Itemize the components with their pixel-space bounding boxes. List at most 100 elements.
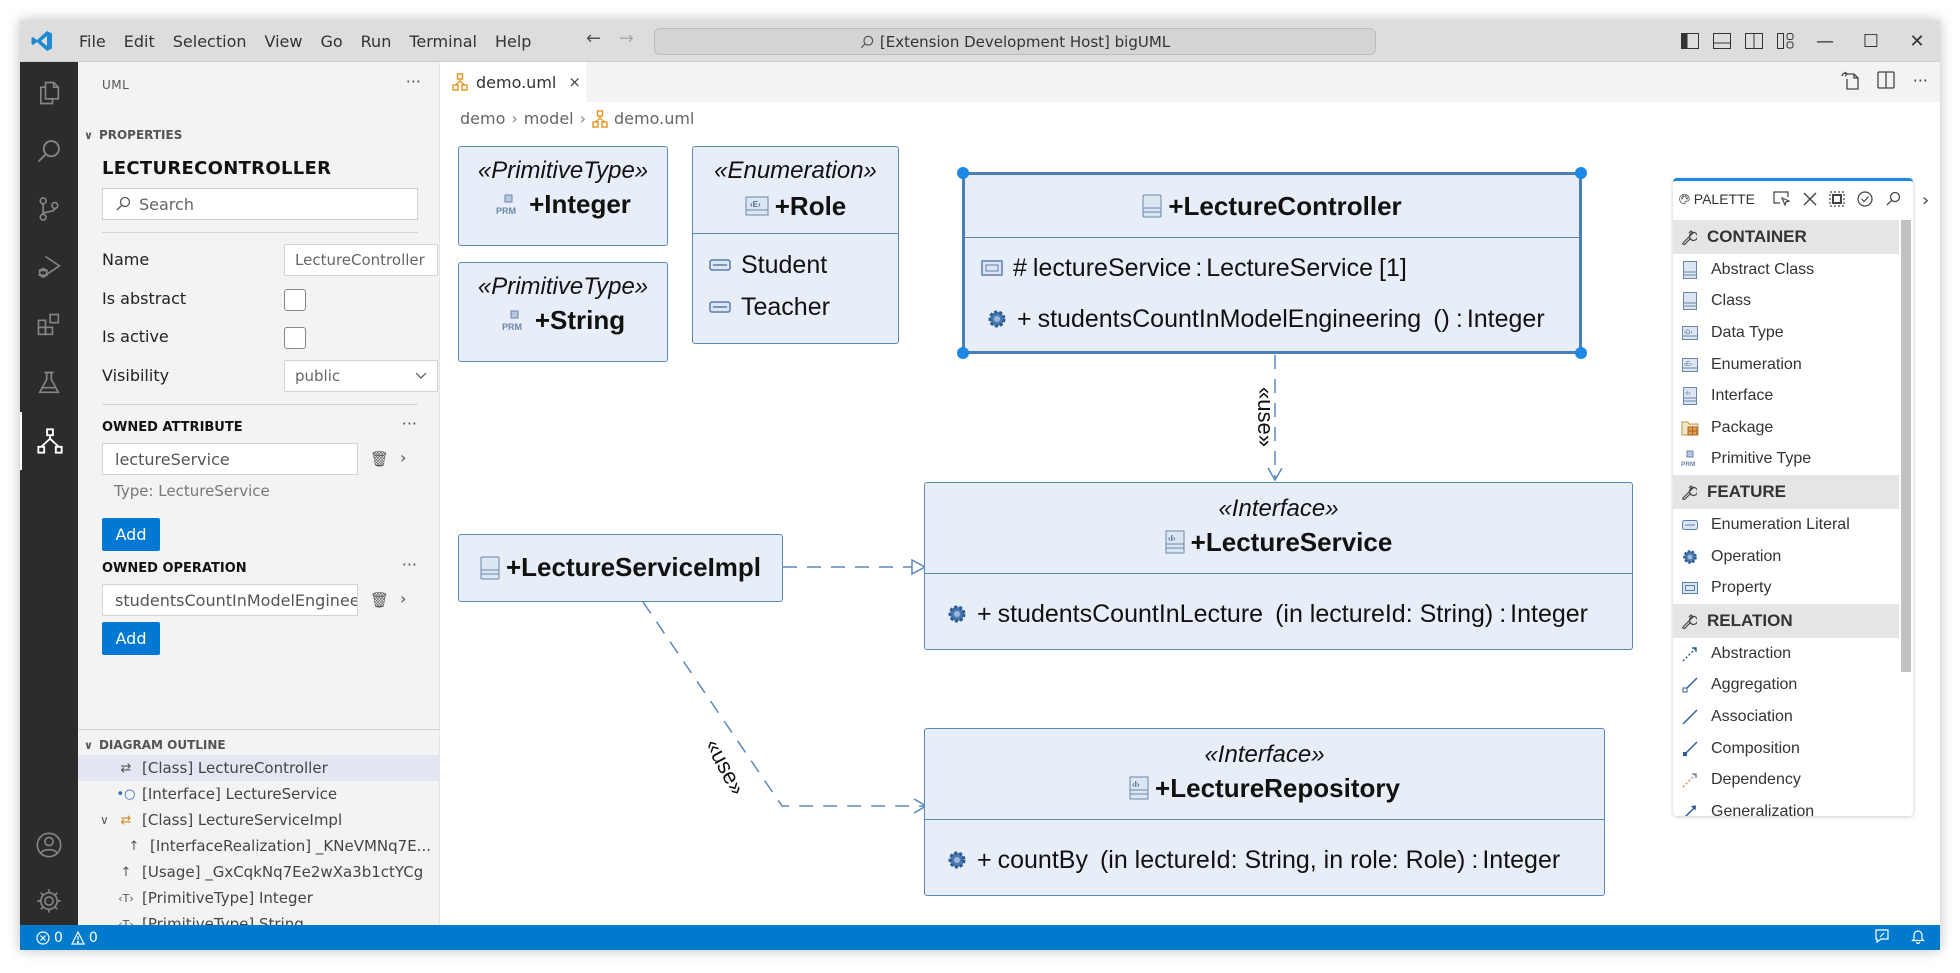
enumeration-role-node[interactable]: «Enumeration» ‹E› +Role Student Teacher	[692, 146, 899, 344]
resize-handle[interactable]	[1575, 347, 1587, 359]
trash-icon[interactable]: 🗑	[370, 450, 389, 468]
palette-item-operation[interactable]: Operation	[1673, 541, 1899, 573]
chevron-right-icon[interactable]: ›	[400, 448, 406, 467]
source-control-button[interactable]	[20, 180, 78, 238]
problems-indicator[interactable]: 0 0	[36, 930, 98, 946]
menu-terminal[interactable]: Terminal	[400, 32, 486, 51]
palette-group-feature[interactable]: FEATURE	[1673, 475, 1899, 510]
palette-item-composition[interactable]: Composition	[1673, 733, 1899, 765]
owned-attribute-more-button[interactable]: ···	[402, 414, 417, 433]
delete-tool-icon[interactable]	[1803, 192, 1817, 206]
palette-item-aggregation[interactable]: Aggregation	[1673, 670, 1899, 702]
accounts-button[interactable]	[20, 816, 78, 874]
outline-item[interactable]: ↑ [InterfaceRealization] _KNeVMNq7E...	[78, 833, 440, 859]
interface-lecture-service-node[interactable]: «Interface» ‹I› +LectureService + studen…	[924, 482, 1633, 650]
close-window-button[interactable]: ✕	[1894, 20, 1940, 62]
primitive-type-integer-node[interactable]: «PrimitiveType» PRM +Integer	[458, 146, 668, 246]
outline-item[interactable]: ⇄ [Class] LectureController	[78, 755, 440, 781]
outline-item[interactable]: ∨ ⇄ [Class] LectureServiceImpl	[78, 807, 440, 833]
palette-item-abstract-class[interactable]: Abstract Class	[1673, 254, 1899, 286]
customize-layout-button[interactable]	[1770, 20, 1802, 62]
palette-item-dependency[interactable]: Dependency	[1673, 764, 1899, 796]
menu-go[interactable]: Go	[311, 32, 351, 51]
breadcrumb-item[interactable]: model	[524, 109, 574, 128]
add-operation-button[interactable]: Add	[102, 622, 160, 655]
palette-group-relation[interactable]: RELATION	[1673, 603, 1899, 638]
more-actions-icon[interactable]: ···	[1913, 71, 1928, 90]
split-editor-icon[interactable]	[1877, 71, 1895, 89]
chevron-right-icon[interactable]: ›	[400, 589, 406, 608]
outline-item[interactable]: ‹T› [PrimitiveType] Integer	[78, 885, 440, 911]
run-debug-button[interactable]	[20, 238, 78, 296]
palette-item-property[interactable]: Property	[1673, 572, 1899, 604]
operation-row[interactable]: + studentsCountInLecture (in lectureId: …	[925, 574, 1632, 654]
command-center[interactable]: [Extension Development Host] bigUML	[654, 28, 1376, 55]
outline-item[interactable]: ↑ [Usage] _GxCqkNq7Ee2wXa3b1ctYCg	[78, 859, 440, 885]
palette-item-generalization[interactable]: Generalization	[1673, 796, 1899, 816]
palette-item-package[interactable]: Package	[1673, 412, 1899, 444]
owned-operation-input[interactable]: studentsCountInModelEngineering	[102, 584, 358, 616]
palette-item-association[interactable]: Association	[1673, 701, 1899, 733]
palette-scrollbar[interactable]	[1901, 220, 1911, 672]
is-abstract-checkbox[interactable]	[284, 289, 306, 311]
usage-edge-impl-repository[interactable]	[642, 601, 925, 807]
palette-item-data-type[interactable]: ‹D› Data Type	[1673, 317, 1899, 349]
search-view-button[interactable]	[20, 122, 78, 180]
palette-item-primitive-type[interactable]: PRM Primitive Type	[1673, 444, 1899, 476]
attribute-row[interactable]: # lectureService : LectureService [1]	[965, 246, 1579, 290]
sidebar-more-button[interactable]: ···	[406, 72, 421, 91]
outline-item[interactable]: •○ [Interface] LectureService	[78, 781, 440, 807]
explorer-button[interactable]	[20, 64, 78, 122]
feedback-icon[interactable]	[1874, 928, 1890, 944]
toggle-secondary-sidebar-button[interactable]	[1738, 20, 1770, 62]
toggle-primary-sidebar-button[interactable]	[1674, 20, 1706, 62]
maximize-button[interactable]: ☐	[1848, 20, 1894, 62]
enum-literal-row[interactable]: Student	[693, 244, 898, 286]
class-lecture-service-impl-node[interactable]: +LectureServiceImpl	[458, 534, 783, 602]
extensions-button[interactable]	[20, 296, 78, 354]
bell-icon[interactable]	[1910, 928, 1926, 944]
palette-item-enumeration[interactable]: ‹E› Enumeration	[1673, 349, 1899, 381]
menu-selection[interactable]: Selection	[164, 32, 256, 51]
search-icon[interactable]	[1885, 191, 1901, 207]
menu-help[interactable]: Help	[486, 32, 540, 51]
menu-edit[interactable]: Edit	[115, 32, 164, 51]
close-tab-icon[interactable]: ×	[568, 73, 581, 91]
owned-attribute-input[interactable]: lectureService	[102, 443, 358, 475]
uml-view-button[interactable]	[20, 412, 78, 470]
menu-run[interactable]: Run	[352, 32, 401, 51]
outline-section-header[interactable]: ∨ DIAGRAM OUTLINE	[84, 738, 226, 752]
operation-row[interactable]: + studentsCountInModelEngineering () : I…	[965, 290, 1579, 348]
class-lecture-controller-node[interactable]: +LectureController # lectureService : Le…	[957, 167, 1587, 359]
enum-literal-row[interactable]: Teacher	[693, 286, 898, 328]
open-changes-icon[interactable]	[1841, 70, 1859, 90]
resize-handle[interactable]	[1575, 167, 1587, 179]
palette-item-abstraction[interactable]: Abstraction	[1673, 638, 1899, 670]
breadcrumb-item[interactable]: demo.uml	[614, 109, 694, 128]
interface-lecture-repository-node[interactable]: «Interface» ‹I› +LectureRepository + cou…	[924, 728, 1605, 896]
testing-button[interactable]	[20, 354, 78, 412]
toggle-panel-button[interactable]	[1706, 20, 1738, 62]
minimize-button[interactable]: —	[1802, 20, 1848, 62]
is-active-checkbox[interactable]	[284, 327, 306, 349]
chevron-down-icon[interactable]: ∨	[100, 813, 116, 827]
properties-section-header[interactable]: ∨ PROPERTIES	[84, 128, 182, 142]
palette-group-container[interactable]: CONTAINER	[1673, 220, 1899, 254]
owned-operation-more-button[interactable]: ···	[402, 555, 417, 574]
palette-item-class[interactable]: Class	[1673, 286, 1899, 318]
tab-demo-uml[interactable]: demo.uml ×	[440, 62, 586, 102]
properties-search-input[interactable]: Search	[102, 188, 418, 220]
menu-file[interactable]: File	[70, 32, 115, 51]
breadcrumb-item[interactable]: demo	[460, 109, 505, 128]
back-arrow-icon[interactable]: ←	[586, 28, 601, 49]
visibility-select[interactable]: public	[284, 360, 438, 392]
operation-row[interactable]: + countBy (in lectureId: String, in role…	[925, 820, 1604, 900]
primitive-type-string-node[interactable]: «PrimitiveType» PRM +String	[458, 262, 668, 362]
marquee-tool-icon[interactable]	[1829, 191, 1845, 207]
menu-view[interactable]: View	[256, 32, 312, 51]
forward-arrow-icon[interactable]: →	[619, 28, 634, 49]
palette-item-interface[interactable]: ‹I› Interface	[1673, 380, 1899, 412]
manage-button[interactable]	[20, 872, 78, 930]
palette-collapse-button[interactable]: ›	[1922, 190, 1929, 211]
add-attribute-button[interactable]: Add	[102, 518, 160, 551]
